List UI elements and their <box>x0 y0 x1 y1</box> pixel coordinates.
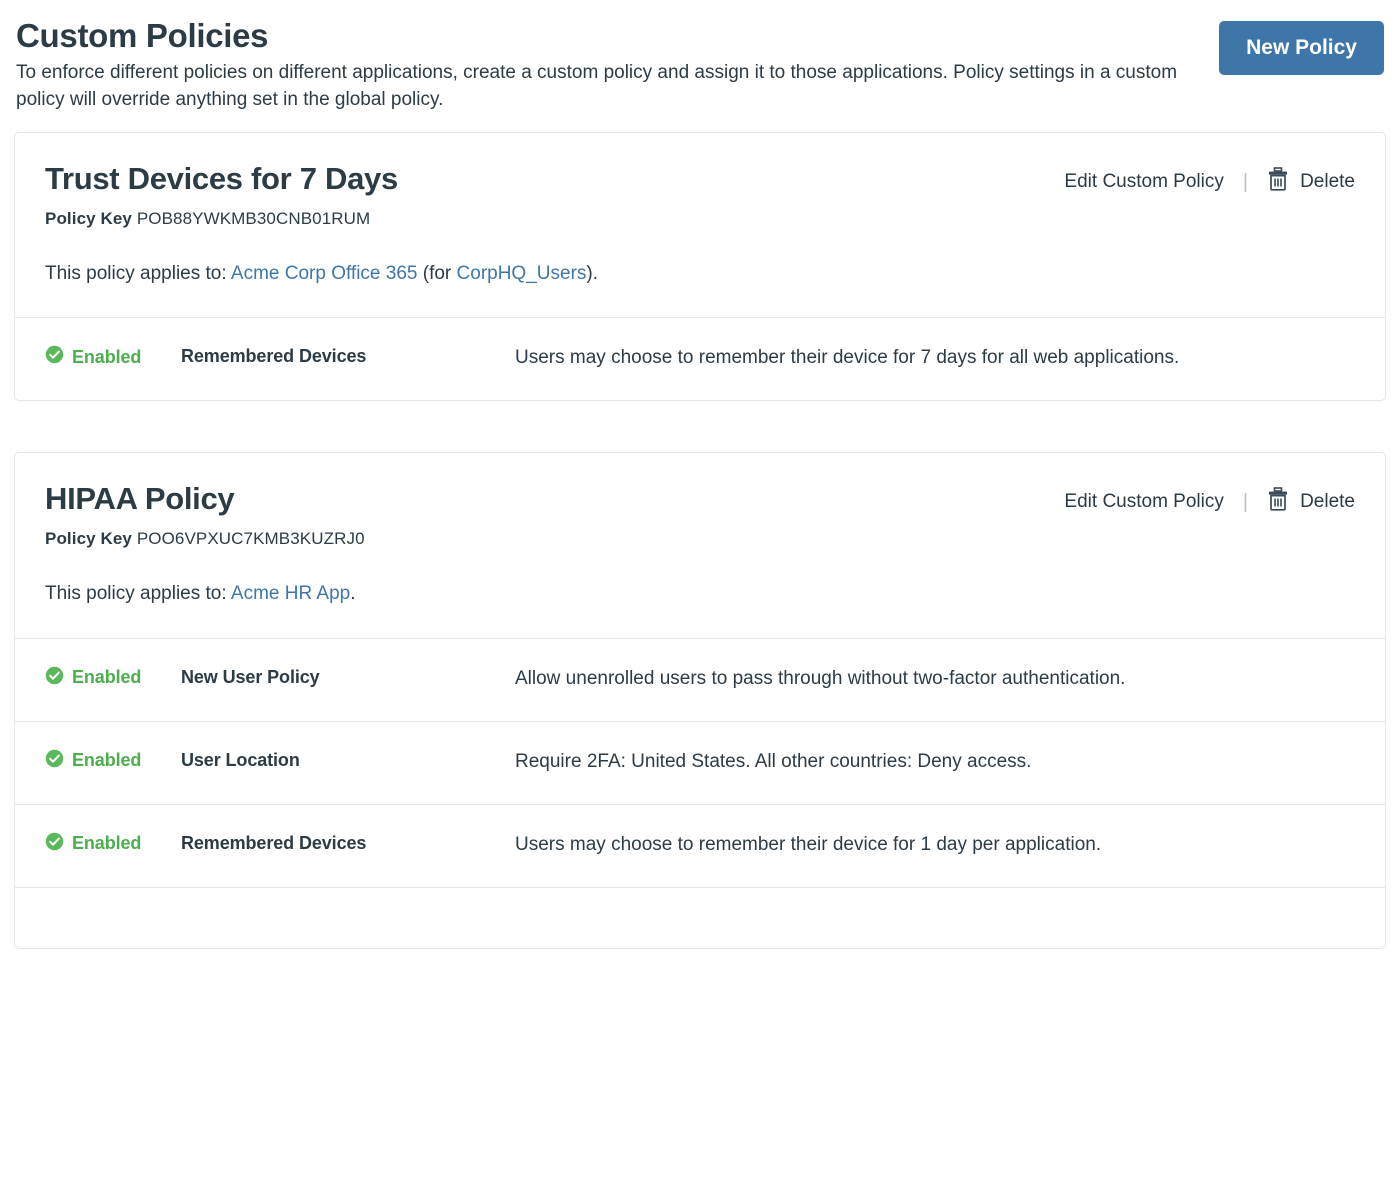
policy-settings-list: Enabled Remembered Devices Users may cho… <box>15 317 1385 400</box>
delete-button[interactable]: Delete <box>1267 167 1355 196</box>
group-suffix: ). <box>586 262 599 284</box>
group-link[interactable]: CorpHQ_Users <box>457 263 587 284</box>
custom-policies-page: Custom Policies To enforce different pol… <box>0 0 1400 949</box>
policy-key-value: POO6VPXUC7KMB3KUZRJ0 <box>136 529 365 549</box>
application-link[interactable]: Acme Corp Office 365 <box>231 263 418 284</box>
status-label: Enabled <box>72 833 142 854</box>
policy-settings-list: Enabled New User Policy Allow unenrolled… <box>15 637 1385 948</box>
applies-prefix: This policy applies to: <box>45 262 227 284</box>
setting-row <box>15 888 1385 948</box>
policy-card: Trust Devices for 7 Days Policy Key POB8… <box>14 132 1386 402</box>
edit-custom-policy-link[interactable]: Edit Custom Policy <box>1064 171 1223 193</box>
policy-key-value: POB88YWKMB30CNB01RUM <box>136 208 371 228</box>
setting-name <box>181 914 515 916</box>
new-policy-button[interactable]: New Policy <box>1219 21 1384 75</box>
check-circle-icon <box>45 832 64 856</box>
page-header: Custom Policies To enforce different pol… <box>14 0 1386 114</box>
policy-card-actions: Edit Custom Policy | Delete <box>1064 167 1355 196</box>
setting-description: Users may choose to remember their devic… <box>515 347 1180 369</box>
status-badge: Enabled <box>45 748 181 773</box>
policy-card-actions: Edit Custom Policy | Delete <box>1064 487 1355 516</box>
status-label: Enabled <box>72 667 142 688</box>
status-badge: Enabled <box>45 665 181 690</box>
policy-key-label: Policy Key <box>45 208 132 228</box>
edit-custom-policy-link[interactable]: Edit Custom Policy <box>1064 491 1223 513</box>
page-title: Custom Policies <box>16 17 269 54</box>
status-label: Enabled <box>72 750 142 771</box>
status-badge <box>45 914 181 915</box>
check-circle-icon <box>45 749 64 773</box>
status-badge: Enabled <box>45 831 181 856</box>
policy-card-header: HIPAA Policy Policy Key POO6VPXUC7KMB3KU… <box>15 453 1385 637</box>
policy-card-header: Trust Devices for 7 Days Policy Key POB8… <box>15 133 1385 317</box>
check-circle-icon <box>45 345 64 369</box>
setting-row: Enabled User Location Require 2FA: Unite… <box>15 722 1385 805</box>
policy-card: HIPAA Policy Policy Key POO6VPXUC7KMB3KU… <box>14 452 1386 949</box>
check-circle-icon <box>45 666 64 690</box>
applies-prefix: This policy applies to: <box>45 583 227 605</box>
policy-key: Policy Key POO6VPXUC7KMB3KUZRJ0 <box>45 529 1355 549</box>
setting-name: Remembered Devices <box>181 832 367 853</box>
status-label: Enabled <box>72 346 142 367</box>
setting-row: Enabled New User Policy Allow unenrolled… <box>15 639 1385 722</box>
group-prefix: (for <box>422 262 452 284</box>
delete-label: Delete <box>1300 170 1355 192</box>
setting-description <box>515 914 1355 915</box>
policy-applies-to: This policy applies to: Acme Corp Office… <box>45 261 1355 288</box>
delete-label: Delete <box>1300 490 1355 512</box>
setting-name: User Location <box>181 749 300 770</box>
status-badge: Enabled <box>45 344 181 369</box>
action-separator: | <box>1242 170 1249 193</box>
setting-name: Remembered Devices <box>181 346 367 367</box>
group-suffix: . <box>350 583 356 605</box>
policy-applies-to: This policy applies to: Acme HR App. <box>45 581 1355 608</box>
trash-icon <box>1267 487 1289 516</box>
delete-button[interactable]: Delete <box>1267 487 1355 516</box>
page-description: To enforce different policies on differe… <box>16 62 1178 111</box>
application-link[interactable]: Acme HR App <box>231 583 350 604</box>
setting-description: Require 2FA: United States. All other co… <box>515 750 1032 772</box>
setting-name: New User Policy <box>181 666 320 687</box>
action-separator: | <box>1242 490 1249 513</box>
policy-key: Policy Key POB88YWKMB30CNB01RUM <box>45 209 1355 229</box>
setting-description: Allow unenrolled users to pass through w… <box>515 667 1126 689</box>
setting-row: Enabled Remembered Devices Users may cho… <box>15 318 1385 400</box>
trash-icon <box>1267 167 1289 196</box>
setting-description: Users may choose to remember their devic… <box>515 833 1102 855</box>
policy-key-label: Policy Key <box>45 529 132 549</box>
setting-row: Enabled Remembered Devices Users may cho… <box>15 805 1385 888</box>
